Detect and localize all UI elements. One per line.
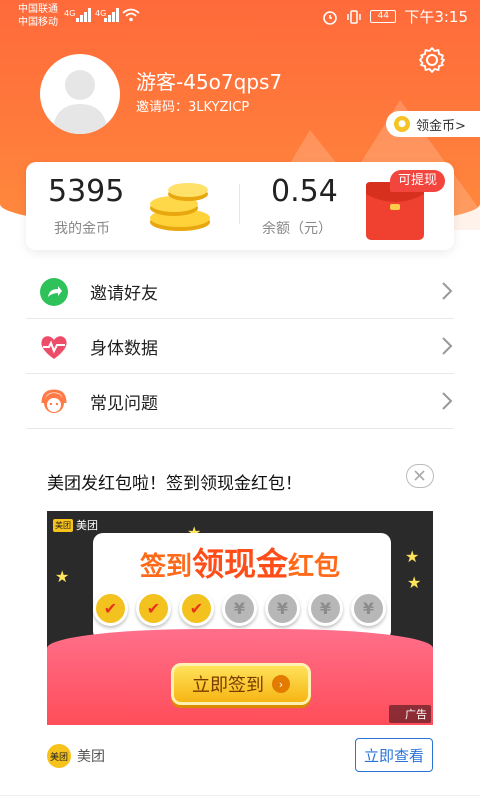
menu-item-invite-friends[interactable]: 邀请好友 bbox=[26, 264, 454, 319]
balance-value: 0.54 bbox=[271, 174, 338, 209]
menu-list: 邀请好友 身体数据 常见问题 bbox=[26, 264, 454, 429]
battery-level: 44 bbox=[370, 10, 397, 23]
stats-divider bbox=[239, 184, 240, 224]
default-user-icon bbox=[52, 70, 108, 134]
menu-label: 常见问题 bbox=[90, 394, 158, 414]
avatar[interactable] bbox=[40, 54, 120, 134]
ad-headline: 签到领现金红包 bbox=[47, 539, 433, 585]
network-type-1: 4G bbox=[64, 9, 76, 18]
menu-label: 邀请好友 bbox=[90, 284, 158, 304]
share-icon bbox=[40, 278, 68, 306]
wifi-icon bbox=[122, 8, 140, 22]
ad-close-button[interactable] bbox=[406, 464, 434, 488]
ad-headline-post: 红包 bbox=[288, 552, 341, 582]
close-icon bbox=[414, 470, 425, 481]
coins-label: 我的金币 bbox=[54, 221, 110, 237]
menu-item-body-data[interactable]: 身体数据 bbox=[26, 319, 454, 374]
gear-icon[interactable] bbox=[418, 46, 446, 74]
unchecked-coin-icon: ¥ bbox=[222, 591, 257, 626]
carrier-2: 中国移动 bbox=[18, 17, 58, 28]
sign-in-label: 立即签到 bbox=[192, 675, 264, 696]
unchecked-coin-icon: ¥ bbox=[265, 591, 300, 626]
ad-footer-brand: 美团 美团 bbox=[47, 744, 105, 768]
sign-in-now-button[interactable]: 立即签到 › bbox=[171, 663, 311, 705]
ad-brand: 美团 美团 bbox=[53, 517, 98, 533]
coins-value: 5395 bbox=[48, 174, 125, 209]
checked-coin-icon: ✔ bbox=[136, 591, 171, 626]
vibrate-icon bbox=[347, 9, 362, 24]
ad-headline-pre: 签到 bbox=[139, 552, 192, 582]
ad-banner[interactable]: 美团 美团 ★ ★ ★ ★ ★ 签到领现金红包 ✔ ✔ ✔ ¥ ¥ ¥ ¥ 立即… bbox=[47, 511, 433, 725]
gold-coins-icon bbox=[150, 183, 210, 231]
status-bar: 中国联通 中国移动 4G 4G 44 下午3:15 bbox=[0, 0, 480, 32]
arrow-right-icon: › bbox=[272, 675, 290, 693]
ad-brand-label: 美团 bbox=[76, 519, 98, 532]
menu-label: 身体数据 bbox=[90, 339, 158, 359]
coin-icon: ● bbox=[394, 116, 410, 132]
chevron-right-icon bbox=[442, 337, 453, 355]
menu-item-faq[interactable]: 常见问题 bbox=[26, 374, 454, 429]
heart-pulse-icon bbox=[41, 336, 67, 359]
chevron-right-icon bbox=[442, 392, 453, 410]
bottom-divider bbox=[0, 795, 480, 796]
meituan-logo-icon: 美团 bbox=[47, 744, 71, 768]
view-now-button[interactable]: 立即查看 bbox=[355, 738, 433, 772]
ad-tag: 广告 bbox=[389, 705, 431, 723]
alarm-icon bbox=[323, 10, 338, 25]
checked-coin-icon: ✔ bbox=[179, 591, 214, 626]
signal-icon bbox=[104, 8, 119, 22]
checkin-coins: ✔ ✔ ✔ ¥ ¥ ¥ ¥ bbox=[93, 591, 386, 626]
meituan-logo-icon: 美团 bbox=[53, 518, 73, 532]
ad-title: 美团发红包啦！签到领现金红包！ bbox=[47, 474, 302, 494]
signal-icon bbox=[76, 8, 91, 22]
get-coins-label: 领金币> bbox=[416, 118, 466, 134]
customer-service-icon bbox=[41, 389, 67, 413]
status-right: 44 下午3:15 bbox=[322, 6, 468, 27]
withdraw-badge[interactable]: 可提现 bbox=[390, 170, 446, 192]
carrier-info: 中国联通 中国移动 bbox=[18, 3, 58, 29]
username: 游客-45o7qps7 bbox=[136, 70, 283, 94]
ad-headline-main: 领现金 bbox=[191, 545, 288, 583]
balance-label: 余额（元） bbox=[262, 221, 332, 237]
ad-footer-brand-label: 美团 bbox=[77, 749, 105, 765]
my-profile-page: 中国联通 中国移动 4G 4G 44 下午3:15 游客-45o7qps7 邀请… bbox=[0, 0, 480, 800]
carrier-1: 中国联通 bbox=[18, 4, 58, 15]
unchecked-coin-icon: ¥ bbox=[351, 591, 386, 626]
chevron-right-icon bbox=[442, 282, 453, 300]
get-coins-button[interactable]: ● 领金币> bbox=[386, 111, 480, 137]
wallet-card: 5395 我的金币 0.54 余额（元） 可提现 bbox=[26, 162, 454, 250]
clock: 下午3:15 bbox=[404, 8, 468, 26]
unchecked-coin-icon: ¥ bbox=[308, 591, 343, 626]
invite-code: 邀请码：3LKYZICP bbox=[136, 100, 250, 115]
checked-coin-icon: ✔ bbox=[93, 591, 128, 626]
